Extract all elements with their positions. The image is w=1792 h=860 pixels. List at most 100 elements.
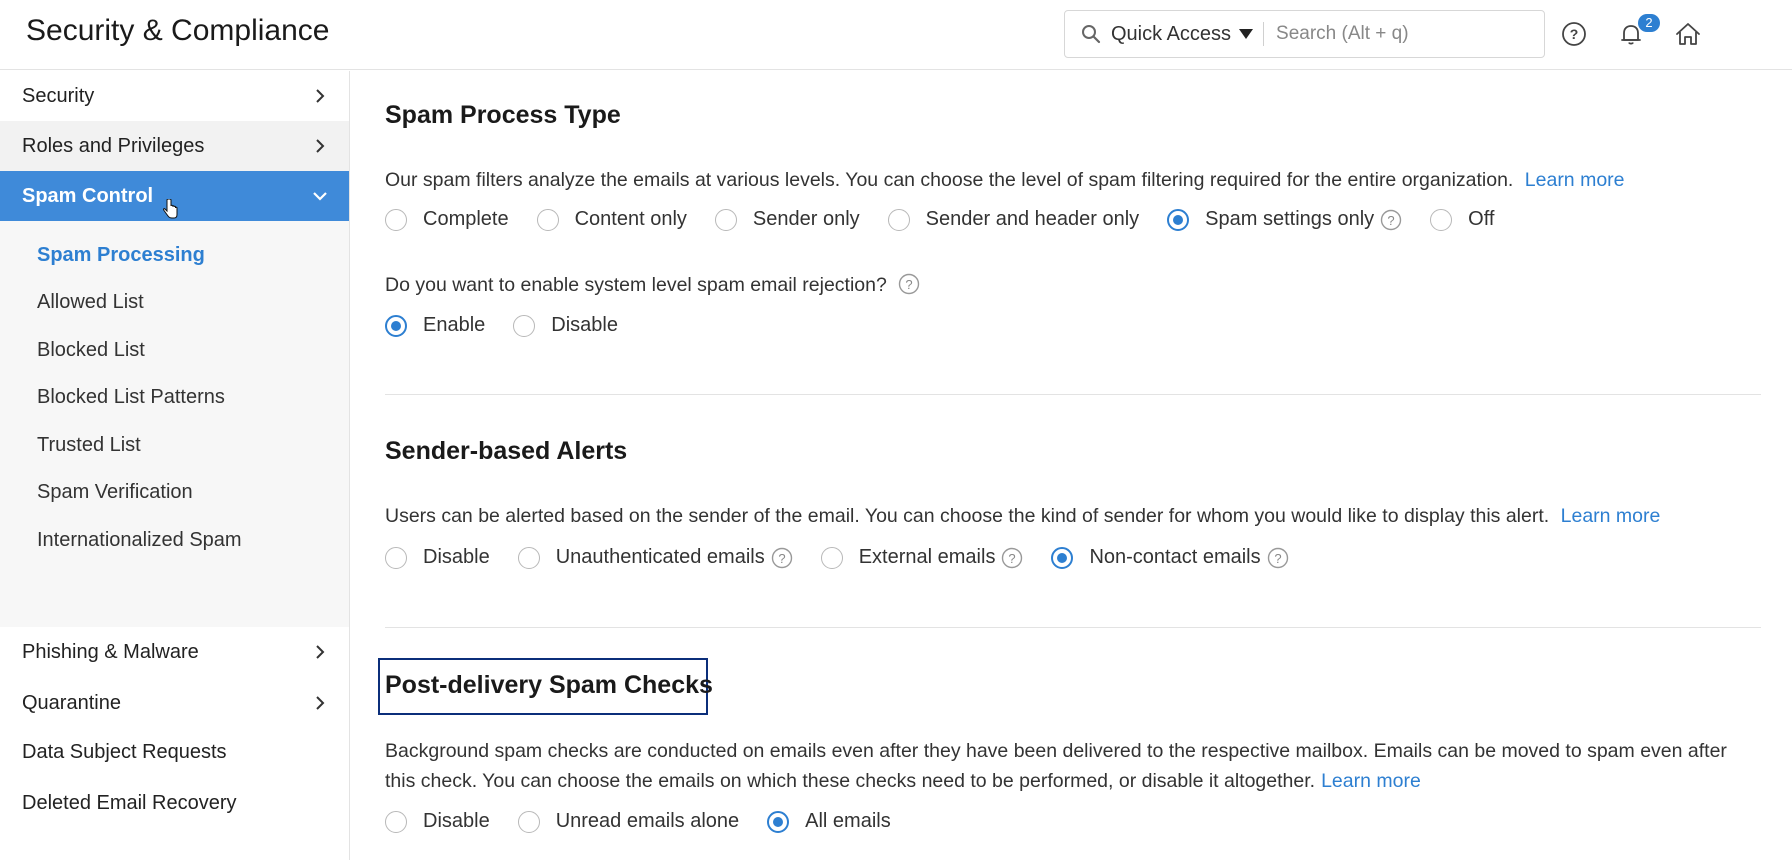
radio-button-selected[interactable] xyxy=(1051,546,1074,569)
chevron-down-icon xyxy=(313,192,327,201)
sidebar: Security Roles and Privileges Spam Contr… xyxy=(0,71,350,860)
radio-button[interactable] xyxy=(517,546,540,569)
sidebar-item-label: Spam Control xyxy=(22,184,154,207)
svg-text:?: ? xyxy=(778,551,785,566)
quick-access-dropdown[interactable]: Quick Access xyxy=(1111,23,1231,46)
search-input[interactable] xyxy=(1276,23,1517,45)
radio-option-all-emails[interactable]: All emails xyxy=(767,810,891,833)
description-text: Users can be alerted based on the sender… xyxy=(385,505,1550,527)
subnav-item-blocked-list[interactable]: Blocked List xyxy=(37,339,145,362)
help-icon[interactable]: ? xyxy=(1001,547,1023,569)
sidebar-item-security[interactable]: Security xyxy=(0,71,349,121)
description-line-2: this check. You can choose the emails on… xyxy=(385,766,1727,796)
radio-button[interactable] xyxy=(887,208,910,231)
svg-text:?: ? xyxy=(1388,213,1395,228)
description-line: Background spam checks are conducted on … xyxy=(385,740,1727,762)
sidebar-item-label: Phishing & Malware xyxy=(22,640,199,663)
radio-label: External emails xyxy=(858,546,996,568)
radio-label: Disable xyxy=(423,546,490,568)
main-content: Spam Process Type Our spam filters analy… xyxy=(350,71,1792,860)
help-icon[interactable]: ? xyxy=(1560,20,1588,48)
radio-button[interactable] xyxy=(513,314,536,337)
radio-label: Disable xyxy=(551,314,618,336)
radio-button[interactable] xyxy=(1430,208,1453,231)
sidebar-item-data-subject-requests[interactable]: Data Subject Requests xyxy=(0,727,349,777)
top-bar: Security & Compliance Quick Access ? 2 xyxy=(0,0,1792,70)
search-icon xyxy=(1082,25,1101,44)
radio-option-off[interactable]: Off xyxy=(1430,208,1494,231)
help-icon[interactable]: ? xyxy=(771,547,793,569)
radio-button[interactable] xyxy=(536,208,559,231)
subnav-item-internationalized-spam[interactable]: Internationalized Spam xyxy=(37,529,242,552)
radio-button-selected[interactable] xyxy=(1167,208,1190,231)
learn-more-link[interactable]: Learn more xyxy=(1321,770,1421,792)
svg-text:?: ? xyxy=(1009,551,1016,566)
radio-option-complete[interactable]: Complete xyxy=(385,208,509,231)
chevron-right-icon xyxy=(316,89,325,103)
radio-button[interactable] xyxy=(714,208,737,231)
radio-button-selected[interactable] xyxy=(767,810,790,833)
section-title-spam-process-type: Spam Process Type xyxy=(385,101,621,129)
radio-button-selected[interactable] xyxy=(385,314,407,337)
app-title: Security & Compliance xyxy=(26,14,330,47)
radio-label: Content only xyxy=(574,208,687,230)
sidebar-item-roles-and-privileges[interactable]: Roles and Privileges xyxy=(0,121,349,171)
radio-option-unread-emails-alone[interactable]: Unread emails alone xyxy=(517,810,739,833)
subnav-item-blocked-list-patterns[interactable]: Blocked List Patterns xyxy=(37,386,225,409)
radio-option-unauthenticated-emails[interactable]: Unauthenticated emails ? xyxy=(517,546,793,569)
chevron-right-icon xyxy=(316,696,325,710)
chevron-right-icon xyxy=(316,139,325,153)
mouse-pointer-icon xyxy=(163,199,178,219)
radio-label: Non-contact emails xyxy=(1089,546,1261,568)
post-delivery-options: Disable Unread emails alone All emails xyxy=(385,810,919,833)
radio-label: Off xyxy=(1468,208,1495,230)
radio-option-spam-settings-only[interactable]: Spam settings only ? xyxy=(1167,208,1402,231)
radio-option-enable[interactable]: Enable xyxy=(385,314,485,337)
subnav-item-spam-processing[interactable]: Spam Processing xyxy=(37,244,205,267)
section-divider xyxy=(385,394,1761,395)
radio-label: Spam settings only xyxy=(1205,208,1375,230)
learn-more-link[interactable]: Learn more xyxy=(1561,505,1661,527)
sender-alert-options: Disable Unauthenticated emails ? Externa… xyxy=(385,546,1317,569)
radio-button[interactable] xyxy=(820,546,843,569)
radio-option-disable[interactable]: Disable xyxy=(385,810,490,833)
radio-option-external-emails[interactable]: External emails ? xyxy=(820,546,1024,569)
subnav-item-spam-verification[interactable]: Spam Verification xyxy=(37,481,193,504)
radio-button[interactable] xyxy=(385,810,407,833)
sidebar-item-label: Quarantine xyxy=(22,691,121,714)
sidebar-item-phishing-malware[interactable]: Phishing & Malware xyxy=(0,627,349,677)
svg-text:?: ? xyxy=(906,277,913,292)
radio-option-sender-and-header-only[interactable]: Sender and header only xyxy=(887,208,1140,231)
radio-option-non-contact-emails[interactable]: Non-contact emails ? xyxy=(1051,546,1288,569)
help-icon[interactable]: ? xyxy=(898,273,920,295)
radio-label: Complete xyxy=(423,208,509,230)
sidebar-item-label: Data Subject Requests xyxy=(22,740,227,763)
caret-down-icon[interactable] xyxy=(1239,29,1254,39)
learn-more-link[interactable]: Learn more xyxy=(1525,169,1625,191)
radio-button[interactable] xyxy=(385,546,407,569)
radio-button[interactable] xyxy=(517,810,540,833)
svg-text:?: ? xyxy=(1570,26,1579,42)
radio-button[interactable] xyxy=(385,208,407,231)
spam-control-submenu: Spam Processing Allowed List Blocked Lis… xyxy=(0,221,349,627)
chevron-right-icon xyxy=(316,645,325,659)
sidebar-item-quarantine[interactable]: Quarantine xyxy=(0,678,349,728)
sidebar-item-deleted-email-recovery[interactable]: Deleted Email Recovery xyxy=(0,778,349,828)
spam-rejection-options: Enable Disable xyxy=(385,314,646,337)
home-icon[interactable] xyxy=(1674,20,1702,48)
radio-label: Disable xyxy=(423,810,490,832)
subnav-item-trusted-list[interactable]: Trusted List xyxy=(37,434,141,457)
radio-option-sender-only[interactable]: Sender only xyxy=(714,208,860,231)
section-description: Background spam checks are conducted on … xyxy=(385,736,1727,796)
radio-label: Sender and header only xyxy=(925,208,1140,230)
notification-badge: 2 xyxy=(1638,14,1660,32)
help-icon[interactable]: ? xyxy=(1267,547,1289,569)
radio-option-disable[interactable]: Disable xyxy=(385,546,490,569)
radio-option-disable[interactable]: Disable xyxy=(513,314,618,337)
quick-access-search-box[interactable]: Quick Access xyxy=(1064,10,1545,58)
radio-option-content-only[interactable]: Content only xyxy=(536,208,687,231)
help-icon[interactable]: ? xyxy=(1380,209,1402,231)
section-title-post-delivery-spam-checks: Post-delivery Spam Checks xyxy=(385,671,713,699)
subnav-item-allowed-list[interactable]: Allowed List xyxy=(37,291,144,314)
question-text: Do you want to enable system level spam … xyxy=(385,274,887,296)
